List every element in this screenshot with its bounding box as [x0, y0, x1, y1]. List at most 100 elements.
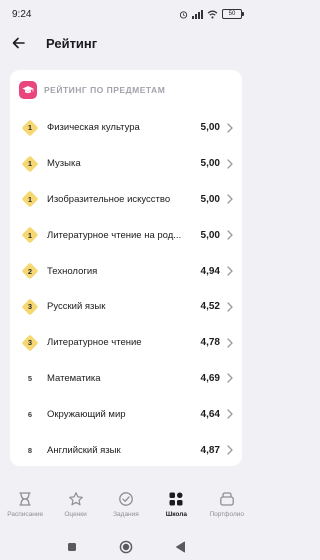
chevron-right-icon [227, 194, 233, 205]
nav-label: Расписание [7, 511, 44, 518]
rank-medal-icon: 1 [22, 227, 38, 243]
subject-list: 1 Физическая культура 5,00 1 Музыка 5,00 1 Изоб… [10, 110, 242, 466]
rank-medal-icon: 3 [22, 335, 38, 351]
subject-row[interactable]: 5 Математика 4,69 [10, 361, 242, 397]
nav-label: Портфолио [209, 511, 245, 518]
check-circle-icon [118, 489, 134, 509]
recents-button[interactable] [64, 539, 80, 555]
graduation-cap-icon [19, 81, 37, 99]
subject-score: 5,00 [200, 193, 220, 205]
home-button[interactable] [118, 539, 134, 555]
subject-row[interactable]: 3 Литературное чтение 4,78 [10, 325, 242, 361]
rank-badge: 5 [22, 370, 38, 386]
subject-row[interactable]: 1 Музыка 5,00 [10, 146, 242, 182]
signal-icon [192, 9, 203, 19]
subject-name: Русский язык [47, 301, 106, 313]
school-grid-icon [168, 489, 184, 509]
subject-score: 4,52 [200, 301, 220, 313]
chevron-right-icon [227, 373, 233, 384]
rank-badge: 6 [22, 406, 38, 422]
subject-name: Технология [47, 265, 98, 277]
subject-name: Физическая культура [47, 122, 140, 134]
chevron-right-icon [227, 266, 233, 276]
nav-item-5[interactable]: Портфолио [202, 489, 252, 518]
rank-number: 3 [27, 338, 33, 348]
status-time: 9:24 [12, 8, 32, 20]
card-header: РЕЙТИНГ ПО ПРЕДМЕТАМ [10, 70, 242, 110]
portfolio-icon [219, 489, 235, 509]
chevron-right-icon [227, 230, 233, 240]
rank-number: 8 [27, 445, 33, 455]
nav-item-1[interactable]: Расписание [0, 489, 50, 518]
subject-score: 4,78 [200, 337, 220, 349]
rank-medal-icon: 2 [22, 263, 38, 279]
subject-name: Музыка [47, 158, 81, 170]
subject-name: Окружающий мир [47, 408, 126, 420]
nav-label: Задания [113, 511, 139, 518]
rank-medal-icon: 1 [22, 191, 38, 207]
rank-number: 2 [27, 266, 33, 276]
subject-score: 5,00 [200, 158, 220, 170]
header: Рейтинг [0, 28, 252, 58]
subject-row[interactable]: 2 Технология 4,94 [10, 253, 242, 289]
rank-number: 1 [27, 159, 33, 169]
subject-score: 4,87 [200, 444, 220, 456]
subject-score: 4,64 [200, 408, 220, 420]
schedule-icon [17, 489, 33, 509]
nav-label: Оценки [64, 511, 87, 518]
chevron-right-icon [227, 159, 233, 169]
nav-item-3[interactable]: Задания [101, 489, 151, 518]
arrow-left-icon [12, 37, 25, 49]
nav-label: Школа [165, 511, 187, 518]
rank-number: 1 [27, 194, 33, 204]
back-system-button[interactable] [172, 539, 188, 555]
subject-name: Изобразительное искусство [47, 193, 171, 205]
subject-rating-card: РЕЙТИНГ ПО ПРЕДМЕТАМ 1 Физическая культур… [10, 70, 242, 466]
subject-row[interactable]: 1 Изобразительное искусство 5,00 [10, 182, 242, 218]
status-icons: 50 [179, 9, 244, 19]
chevron-right-icon [227, 409, 233, 419]
rank-number: 5 [27, 373, 33, 383]
subject-row[interactable]: 6 Окружающий мир 4,64 [10, 396, 242, 432]
star-icon [68, 489, 84, 509]
subject-score: 5,00 [200, 122, 220, 134]
subject-row[interactable]: 1 Физическая культура 5,00 [10, 110, 242, 146]
subject-name: Литературное чтение на род... [47, 229, 182, 241]
subject-score: 4,69 [200, 372, 220, 384]
chevron-right-icon [227, 445, 233, 455]
subject-score: 4,94 [200, 265, 220, 277]
subject-row[interactable]: 8 Английский язык 4,87 [10, 432, 242, 466]
rank-number: 1 [27, 230, 33, 240]
wifi-icon [207, 10, 218, 19]
system-navigation [0, 533, 252, 560]
chevron-right-icon [227, 338, 233, 348]
triangle-back-icon [175, 541, 185, 552]
subject-row[interactable]: 1 Литературное чтение на род... 5,00 [10, 217, 242, 253]
circle-icon [119, 540, 133, 553]
rank-badge: 8 [22, 442, 38, 458]
subject-row[interactable]: 3 Русский язык 4,52 [10, 289, 242, 325]
rank-number: 1 [27, 123, 33, 133]
status-bar: 9:24 50 [0, 0, 252, 28]
back-button[interactable] [8, 33, 28, 53]
page-title: Рейтинг [46, 35, 98, 51]
rank-medal-icon: 1 [22, 120, 38, 136]
battery-icon: 50 [222, 9, 244, 19]
rank-number: 6 [27, 409, 33, 419]
bottom-navigation: Расписание Оценки Задания Школа Портфолио [0, 489, 252, 529]
chevron-right-icon [227, 302, 233, 312]
nav-item-2[interactable]: Оценки [51, 489, 101, 518]
subject-name: Литературное чтение [47, 337, 142, 349]
square-icon [68, 542, 76, 551]
rank-number: 3 [27, 302, 33, 312]
nav-item-4[interactable]: Школа [151, 489, 201, 518]
chevron-right-icon [227, 123, 233, 133]
rank-medal-icon: 1 [22, 156, 38, 172]
rank-medal-icon: 3 [22, 299, 38, 315]
card-title: РЕЙТИНГ ПО ПРЕДМЕТАМ [44, 85, 166, 95]
alarm-icon [179, 10, 188, 19]
battery-level: 50 [228, 11, 236, 17]
subject-score: 5,00 [200, 229, 220, 241]
subject-name: Математика [47, 372, 101, 384]
subject-name: Английский язык [47, 444, 121, 456]
